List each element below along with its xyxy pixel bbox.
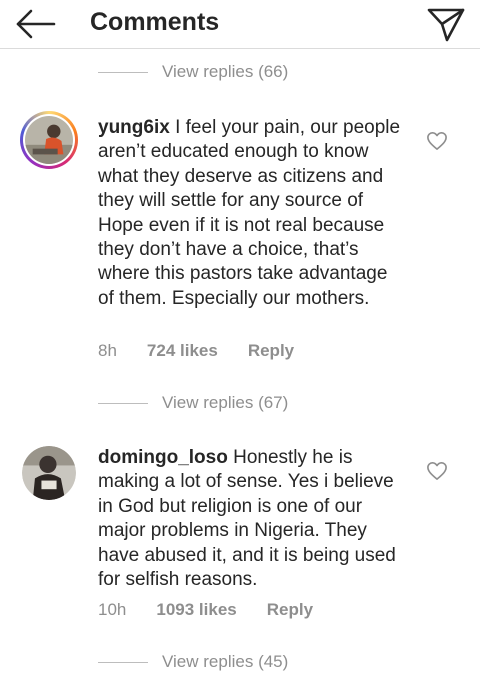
view-replies-link[interactable]: View replies (67) bbox=[98, 391, 288, 415]
send-button[interactable] bbox=[426, 5, 466, 43]
page-title: Comments bbox=[90, 8, 220, 36]
top-bar: Comments bbox=[0, 0, 480, 49]
avatar-image bbox=[25, 116, 73, 164]
comment-username[interactable]: yung6ix bbox=[98, 117, 170, 138]
reply-button[interactable]: Reply bbox=[248, 341, 294, 361]
view-replies-label: View replies (66) bbox=[162, 62, 289, 81]
comment-time: 10h bbox=[98, 600, 127, 619]
divider-line bbox=[98, 661, 148, 663]
comment-meta: 10h 1093 likes Reply bbox=[98, 600, 313, 620]
heart-icon[interactable] bbox=[426, 461, 448, 481]
likes-count[interactable]: 1093 likes bbox=[156, 600, 236, 620]
avatar-image bbox=[22, 446, 76, 500]
paper-plane-icon bbox=[427, 8, 465, 42]
comment-text: I feel your pain, our people aren’t educ… bbox=[98, 117, 401, 309]
back-button[interactable] bbox=[14, 6, 58, 42]
avatar[interactable] bbox=[22, 446, 76, 500]
arrow-left-icon bbox=[16, 9, 56, 39]
heart-icon[interactable] bbox=[426, 131, 448, 151]
comment-text-block: yung6ix I feel your pain, our people are… bbox=[98, 116, 408, 311]
comment-text: Honestly he is making a lot of sense. Ye… bbox=[98, 447, 396, 591]
likes-count[interactable]: 724 likes bbox=[147, 341, 218, 361]
comment-time: 8h bbox=[98, 341, 117, 360]
divider-line bbox=[98, 71, 148, 73]
view-replies-link[interactable]: View replies (45) bbox=[98, 650, 288, 674]
comment-meta: 8h 724 likes Reply bbox=[98, 341, 294, 361]
view-replies-label: View replies (67) bbox=[162, 393, 289, 412]
avatar[interactable] bbox=[20, 111, 78, 169]
view-replies-link[interactable]: View replies (66) bbox=[98, 60, 288, 84]
comment-text-block: domingo_loso Honestly he is making a lot… bbox=[98, 446, 408, 592]
divider-line bbox=[98, 402, 148, 404]
reply-button[interactable]: Reply bbox=[267, 600, 313, 620]
comment-username[interactable]: domingo_loso bbox=[98, 447, 228, 468]
view-replies-label: View replies (45) bbox=[162, 652, 289, 671]
